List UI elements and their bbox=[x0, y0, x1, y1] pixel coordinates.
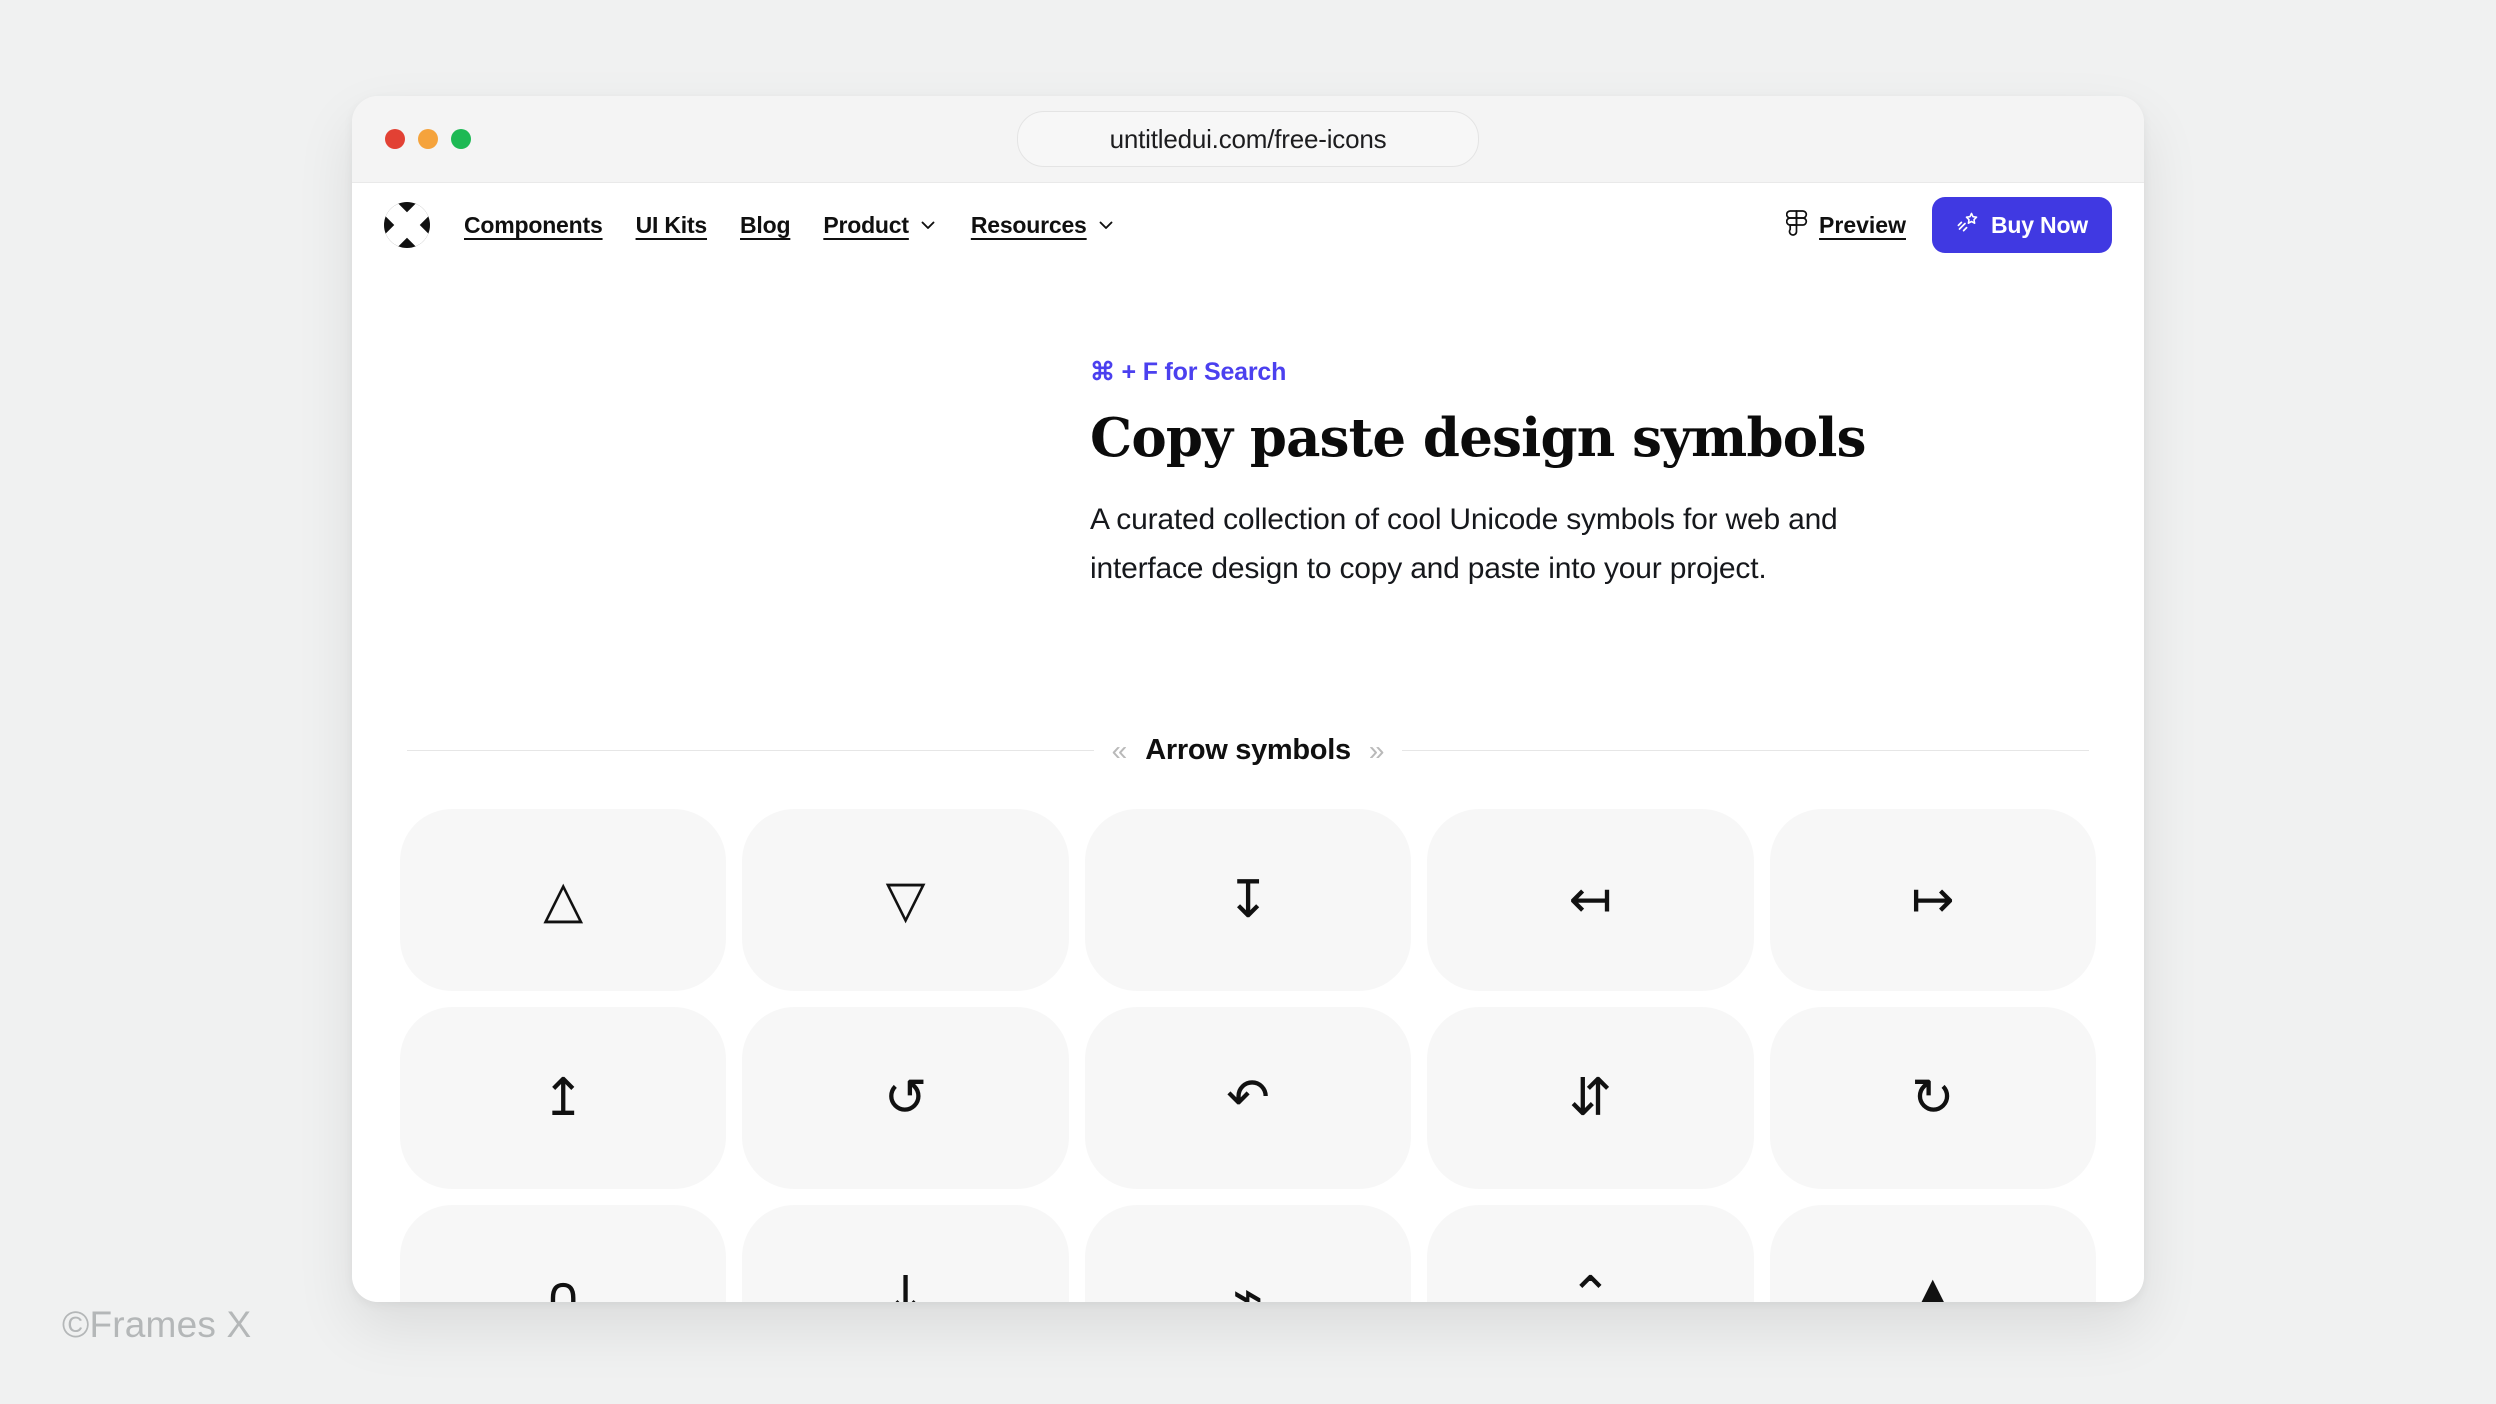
symbol-card[interactable]: ↻ bbox=[1769, 1007, 2096, 1190]
nav-item-blog[interactable]: Blog bbox=[740, 212, 791, 239]
symbol-card[interactable]: △ bbox=[400, 809, 727, 992]
symbol-glyph: ↶ bbox=[1226, 1068, 1270, 1129]
close-window-button[interactable] bbox=[385, 129, 405, 149]
symbol-glyph: △ bbox=[543, 870, 584, 931]
hero-section: ⌘ + F for Search Copy paste design symbo… bbox=[352, 267, 2144, 594]
symbol-glyph: ↦ bbox=[1911, 870, 1955, 931]
symbol-glyph: ↓ bbox=[883, 1266, 928, 1302]
window-traffic-lights bbox=[385, 129, 471, 149]
shooting-star-icon bbox=[1956, 210, 1980, 240]
nav-item-product[interactable]: Product bbox=[823, 212, 938, 239]
symbol-card[interactable]: ↧ bbox=[1084, 809, 1412, 992]
symbol-card[interactable]: ⌁ bbox=[1084, 1205, 1412, 1302]
url-bar[interactable]: untitledui.com/free-icons bbox=[1017, 111, 1479, 167]
symbol-glyph: ↺ bbox=[883, 1068, 928, 1129]
untitled-ui-logo-icon[interactable] bbox=[384, 202, 430, 248]
maximize-window-button[interactable] bbox=[451, 129, 471, 149]
nav-links: Components UI Kits Blog Product Resource… bbox=[464, 212, 1116, 239]
symbol-glyph: ▽ bbox=[885, 870, 926, 931]
nav-item-ui-kits[interactable]: UI Kits bbox=[636, 212, 708, 239]
section-title: Arrow symbols bbox=[1145, 734, 1351, 767]
page-subtitle: A curated collection of cool Unicode sym… bbox=[1090, 503, 1838, 586]
symbol-glyph: ↧ bbox=[1226, 870, 1270, 931]
symbol-glyph: ⇵ bbox=[1568, 1068, 1613, 1129]
symbol-card[interactable]: ∩ bbox=[400, 1205, 727, 1302]
symbol-glyph: ↥ bbox=[541, 1068, 585, 1129]
divider-line-right bbox=[1402, 750, 2090, 752]
search-hint-eyebrow: ⌘ + F for Search bbox=[1090, 358, 1287, 386]
browser-titlebar: untitledui.com/free-icons bbox=[352, 96, 2144, 183]
nav-item-product-label: Product bbox=[823, 211, 909, 238]
nav-actions: Preview Buy Now bbox=[1785, 197, 2112, 253]
nav-item-components[interactable]: Components bbox=[464, 212, 603, 239]
symbol-glyph: ⌁ bbox=[1232, 1266, 1264, 1302]
symbol-card[interactable]: ↺ bbox=[742, 1007, 1069, 1190]
symbol-card[interactable]: ⌃ bbox=[1427, 1205, 1754, 1302]
symbol-glyph: ↤ bbox=[1568, 870, 1613, 931]
minimize-window-button[interactable] bbox=[418, 129, 438, 149]
symbol-card[interactable]: ↶ bbox=[1084, 1007, 1412, 1190]
symbol-glyph: ↻ bbox=[1911, 1068, 1955, 1129]
symbol-glyph: ∩ bbox=[544, 1266, 583, 1302]
preview-link[interactable]: Preview bbox=[1785, 209, 1906, 241]
browser-window: untitledui.com/free-icons Components UI … bbox=[352, 96, 2144, 1302]
symbol-card[interactable]: ▽ bbox=[742, 809, 1069, 992]
preview-label: Preview bbox=[1819, 211, 1906, 238]
web-page: Components UI Kits Blog Product Resource… bbox=[352, 183, 2144, 1302]
symbol-card[interactable]: ↓ bbox=[742, 1205, 1069, 1302]
symbol-card[interactable]: ↥ bbox=[400, 1007, 727, 1190]
nav-item-resources-label: Resources bbox=[970, 211, 1087, 238]
buy-now-label: Buy Now bbox=[1991, 211, 2088, 238]
divider-line-left bbox=[407, 750, 1094, 752]
frames-x-watermark: ©Frames X bbox=[62, 1304, 252, 1345]
symbol-card[interactable]: ↦ bbox=[1769, 809, 2096, 992]
chevron-down-icon bbox=[918, 215, 938, 235]
left-guillemet-icon: « bbox=[1111, 734, 1128, 766]
figma-icon bbox=[1785, 209, 1808, 241]
site-navbar: Components UI Kits Blog Product Resource… bbox=[352, 183, 2144, 267]
right-guillemet-icon: » bbox=[1368, 734, 1385, 766]
symbol-card[interactable]: ⇵ bbox=[1427, 1007, 1754, 1190]
page-title: Copy paste design symbols bbox=[1090, 407, 1866, 469]
symbol-card[interactable]: ↤ bbox=[1427, 809, 1754, 992]
nav-item-resources[interactable]: Resources bbox=[971, 212, 1116, 239]
symbol-glyph: ⌃ bbox=[1568, 1266, 1613, 1302]
symbol-grid: △ ▽ ↧ ↤ ↦ ↥ ↺ ↶ ⇵ ↻ ∩ ↓ ⌁ ⌃ ▲ bbox=[398, 809, 2098, 1302]
symbol-glyph: ▲ bbox=[1912, 1266, 1953, 1302]
buy-now-button[interactable]: Buy Now bbox=[1932, 197, 2112, 253]
section-divider: « Arrow symbols » bbox=[377, 734, 2119, 767]
chevron-down-icon bbox=[1096, 215, 1116, 235]
symbol-card[interactable]: ▲ bbox=[1769, 1205, 2096, 1302]
